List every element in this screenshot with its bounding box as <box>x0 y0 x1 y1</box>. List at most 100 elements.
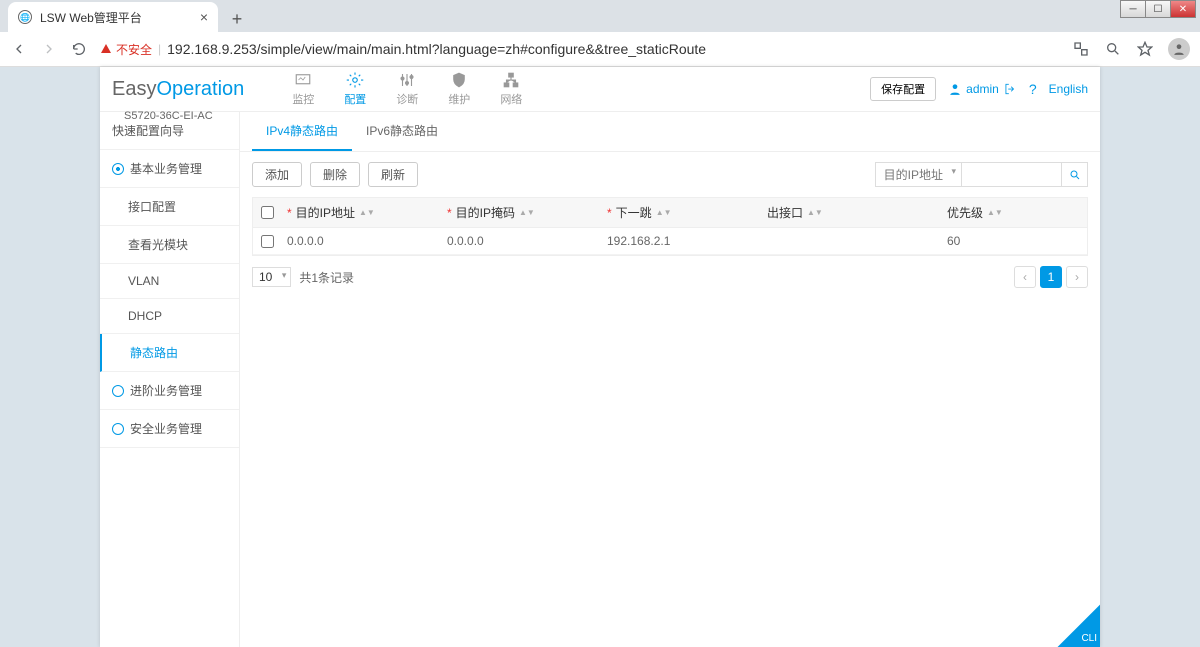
brand-easy: Easy <box>112 78 156 100</box>
sort-icon: ▲▼ <box>987 210 1003 215</box>
row-checkbox[interactable] <box>261 235 274 248</box>
tab-network-label: 网络 <box>500 91 522 107</box>
sort-icon: ▲▼ <box>656 210 672 215</box>
sidebar-item-interface[interactable]: 接口配置 <box>100 188 239 226</box>
browser-tab[interactable]: 🌐 LSW Web管理平台 × <box>8 2 218 32</box>
tab-maintenance[interactable]: 维护 <box>442 69 476 109</box>
brand-op: Operation <box>156 78 244 100</box>
subtab-ipv6-label: IPv6静态路由 <box>366 124 438 138</box>
language-toggle[interactable]: English <box>1049 82 1088 96</box>
sort-icon: ▲▼ <box>519 210 535 215</box>
sliders-icon <box>397 71 417 89</box>
star-icon[interactable] <box>1136 40 1154 58</box>
col-dst-label: 目的IP地址 <box>296 204 355 221</box>
address-bar: 不安全 | 192.168.9.253/simple/view/main/mai… <box>0 32 1200 67</box>
forward-button[interactable] <box>40 40 58 58</box>
browser-tab-bar: 🌐 LSW Web管理平台 × + ─ ☐ ✕ <box>0 0 1200 32</box>
tab-maintenance-label: 维护 <box>448 91 470 107</box>
minimize-button[interactable]: ─ <box>1120 0 1146 18</box>
sidebar: 快速配置向导 基本业务管理 接口配置 查看光模块 VLAN DHCP 静态路由 … <box>100 112 240 647</box>
refresh-button[interactable]: 刷新 <box>368 162 418 187</box>
shield-icon <box>449 71 469 89</box>
insecure-icon: 不安全 <box>100 41 152 58</box>
network-icon <box>501 71 521 89</box>
sidebar-item-advanced[interactable]: 进阶业务管理 <box>100 372 239 410</box>
sidebar-item-security[interactable]: 安全业务管理 <box>100 410 239 448</box>
search-field-select[interactable]: 目的IP地址 <box>875 162 962 187</box>
page-1-button[interactable]: 1 <box>1040 266 1062 288</box>
sidebar-item-static-route[interactable]: 静态路由 <box>100 334 239 372</box>
cell-iface <box>759 228 939 254</box>
cli-label: CLI <box>1081 633 1097 644</box>
help-button[interactable]: ? <box>1029 81 1037 97</box>
cell-mask: 0.0.0.0 <box>439 228 599 254</box>
new-tab-button[interactable]: + <box>224 6 250 32</box>
insecure-label: 不安全 <box>116 41 152 58</box>
sidebar-label: 进阶业务管理 <box>130 382 202 399</box>
reload-button[interactable] <box>70 40 88 58</box>
sidebar-label: 查看光模块 <box>128 236 188 253</box>
sidebar-label: 快速配置向导 <box>112 122 184 139</box>
next-page-button[interactable]: › <box>1066 266 1088 288</box>
col-mask[interactable]: *目的IP掩码▲▼ <box>439 198 599 227</box>
search-input[interactable] <box>962 162 1062 187</box>
col-iface[interactable]: 出接口▲▼ <box>759 198 939 227</box>
maximize-button[interactable]: ☐ <box>1145 0 1171 18</box>
tab-monitor[interactable]: 监控 <box>286 69 320 109</box>
col-prio[interactable]: 优先级▲▼ <box>939 198 1087 227</box>
sidebar-item-basic-services[interactable]: 基本业务管理 <box>100 150 239 188</box>
sidebar-item-vlan[interactable]: VLAN <box>100 264 239 299</box>
sidebar-label: 基本业务管理 <box>130 160 202 177</box>
add-button[interactable]: 添加 <box>252 162 302 187</box>
col-mask-label: 目的IP掩码 <box>456 204 515 221</box>
close-tab-icon[interactable]: × <box>200 9 208 25</box>
page-size-value: 10 <box>259 270 272 284</box>
cli-corner-button[interactable]: CLI <box>1052 599 1100 647</box>
browser-chrome: 🌐 LSW Web管理平台 × + ─ ☐ ✕ 不安全 | 192.168.9.… <box>0 0 1200 67</box>
search-select-label: 目的IP地址 <box>884 168 943 182</box>
window-controls: ─ ☐ ✕ <box>1121 0 1196 18</box>
col-next[interactable]: *下一跳▲▼ <box>599 198 759 227</box>
save-config-button[interactable]: 保存配置 <box>870 77 936 101</box>
col-iface-label: 出接口 <box>767 204 803 221</box>
gear-icon <box>345 71 365 89</box>
device-model: S5720-36C-EI-AC <box>124 110 213 122</box>
toolbar: 添加 删除 刷新 目的IP地址 <box>240 152 1100 197</box>
profile-avatar[interactable] <box>1168 38 1190 60</box>
sidebar-item-dhcp[interactable]: DHCP <box>100 299 239 334</box>
brand-logo: EasyOperation <box>112 78 244 101</box>
prev-page-button[interactable]: ‹ <box>1014 266 1036 288</box>
delete-button[interactable]: 删除 <box>310 162 360 187</box>
table-header: *目的IP地址▲▼ *目的IP掩码▲▼ *下一跳▲▼ 出接口▲▼ 优先级▲▼ <box>253 198 1087 228</box>
back-button[interactable] <box>10 40 28 58</box>
tab-configure[interactable]: 配置 <box>338 69 372 109</box>
cell-next: 192.168.2.1 <box>599 228 759 254</box>
select-all-checkbox[interactable] <box>261 206 274 219</box>
close-window-button[interactable]: ✕ <box>1170 0 1196 18</box>
subtab-ipv4[interactable]: IPv4静态路由 <box>252 112 352 151</box>
tab-network[interactable]: 网络 <box>494 69 528 109</box>
col-dst[interactable]: *目的IP地址▲▼ <box>279 198 439 227</box>
tab-diagnose-label: 诊断 <box>396 91 418 107</box>
translate-icon[interactable] <box>1072 40 1090 58</box>
table-row[interactable]: 0.0.0.0 0.0.0.0 192.168.2.1 60 <box>253 228 1087 255</box>
search-button[interactable] <box>1062 162 1088 187</box>
sidebar-label: VLAN <box>128 274 159 288</box>
page-size-select[interactable]: 10 <box>252 267 291 287</box>
route-table: *目的IP地址▲▼ *目的IP掩码▲▼ *下一跳▲▼ 出接口▲▼ 优先级▲▼ 0… <box>252 197 1088 256</box>
tab-configure-label: 配置 <box>344 91 366 107</box>
cell-dst: 0.0.0.0 <box>279 228 439 254</box>
subtab-ipv6[interactable]: IPv6静态路由 <box>352 112 452 151</box>
tab-title: LSW Web管理平台 <box>40 9 192 26</box>
zoom-icon[interactable] <box>1104 40 1122 58</box>
url-text: 192.168.9.253/simple/view/main/main.html… <box>167 41 706 57</box>
tab-monitor-label: 监控 <box>292 91 314 107</box>
user-menu[interactable]: admin <box>948 82 1017 96</box>
sidebar-label: DHCP <box>128 309 162 323</box>
monitor-icon <box>293 71 313 89</box>
sidebar-item-optical[interactable]: 查看光模块 <box>100 226 239 264</box>
tab-diagnose[interactable]: 诊断 <box>390 69 424 109</box>
address-content[interactable]: 不安全 | 192.168.9.253/simple/view/main/mai… <box>100 41 1060 58</box>
subtab-ipv4-label: IPv4静态路由 <box>266 124 338 138</box>
globe-icon: 🌐 <box>18 10 32 24</box>
